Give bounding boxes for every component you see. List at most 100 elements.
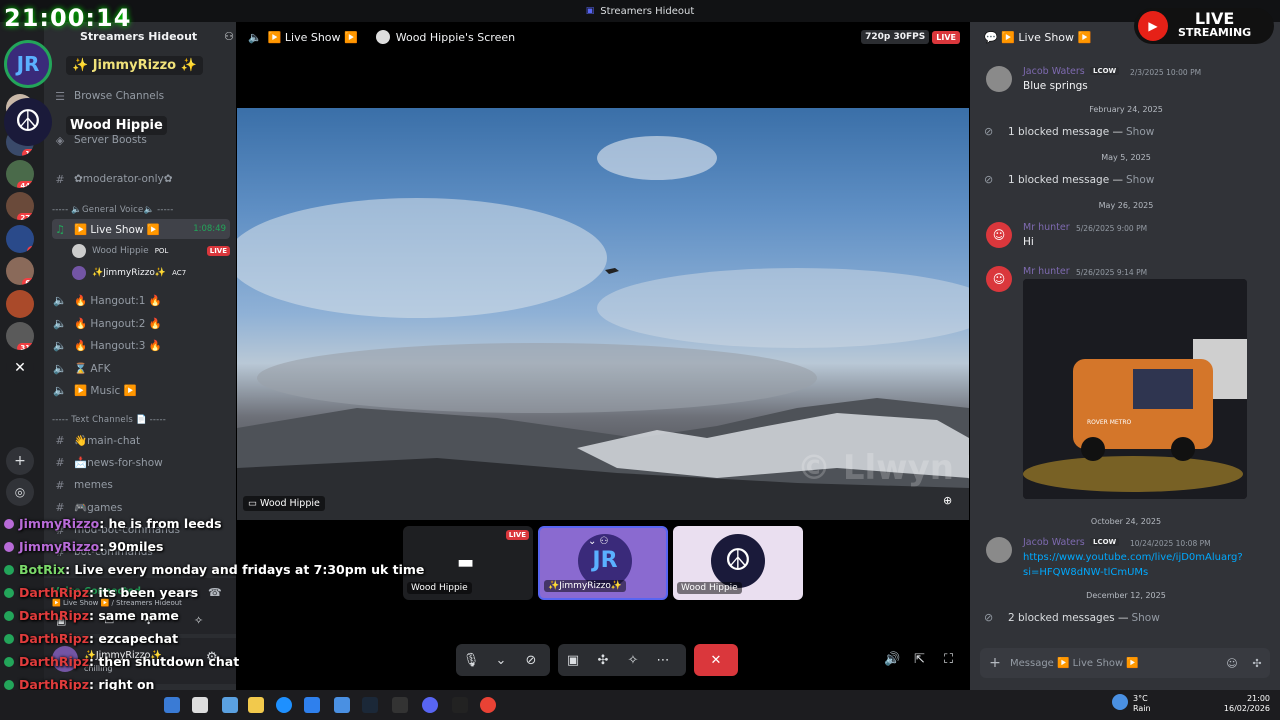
server-icon[interactable]: [6, 290, 34, 318]
soundboard-icon[interactable]: ✧: [194, 614, 203, 627]
microphone-icon[interactable]: 🎙: [456, 653, 486, 668]
channel-hangout3[interactable]: 🔈 🔥 Hangout:3 🔥: [52, 335, 230, 355]
stage-channel-name: ▶️ Live Show ▶️: [267, 30, 358, 44]
zoom-icon[interactable]: ⊕: [943, 494, 952, 507]
category-general-voice[interactable]: ----- 🔈General Voice🔈 -----: [52, 205, 173, 215]
discover-icon[interactable]: ◎: [6, 478, 34, 506]
activities-icon[interactable]: ✣: [588, 653, 618, 668]
avatar[interactable]: [986, 66, 1012, 92]
channel-memes[interactable]: # memes: [52, 475, 230, 495]
emoji-icon[interactable]: ☺: [1220, 657, 1244, 670]
screen-share-icon[interactable]: ▣: [558, 653, 588, 668]
channel-moderator[interactable]: # ✿moderator-only✿: [52, 169, 230, 189]
attached-image[interactable]: ROVER METRO: [1023, 279, 1247, 499]
overlay-chat-line: DarthRipz: then shutdown chat: [4, 654, 239, 669]
message-author[interactable]: Jacob Waters: [1023, 66, 1085, 77]
channel-news[interactable]: # 📩news-for-show: [52, 452, 230, 472]
overlay-chat-text: : Live every monday and fridays at 7:30p…: [65, 562, 425, 577]
show-link[interactable]: Show: [1126, 174, 1154, 186]
show-link[interactable]: Show: [1126, 126, 1154, 138]
channel-main-chat[interactable]: # 👋main-chat: [52, 430, 230, 450]
taskbar-app-icon[interactable]: [392, 697, 408, 713]
category-text-channels[interactable]: ----- Text Channels 📄 -----: [52, 415, 166, 425]
server-icon[interactable]: 60: [6, 257, 34, 285]
boost-icon: ◈: [55, 133, 65, 147]
message-input[interactable]: Message ▶️ Live Show ▶️: [1010, 658, 1220, 669]
soundboard-icon[interactable]: ✧: [618, 653, 648, 668]
avatar[interactable]: [986, 537, 1012, 563]
avatar: JR: [4, 40, 52, 88]
message-author[interactable]: Mr hunter: [1023, 266, 1070, 277]
channel-hangout2[interactable]: 🔈 🔥 Hangout:2 🔥: [52, 313, 230, 333]
discord-icon[interactable]: [422, 697, 438, 713]
invite-icon[interactable]: ⚇: [224, 30, 234, 43]
volume-icon[interactable]: 🔊: [884, 652, 900, 667]
popout-icon[interactable]: ⇱: [914, 652, 925, 667]
role-tag: LCOW: [1090, 67, 1120, 75]
share-controls: ▣ ✣ ✧ ⋯: [558, 644, 686, 676]
taskbar-app-icon[interactable]: [192, 697, 208, 713]
obs-icon[interactable]: [452, 697, 468, 713]
channel-music[interactable]: 🔈 ▶️ Music ▶️: [52, 380, 230, 400]
message-link[interactable]: https://www.youtube.com/live/ijD0mAluarg…: [1023, 550, 1243, 580]
browse-channels[interactable]: ☰ Browse Channels: [52, 86, 230, 106]
apps-icon[interactable]: ✣: [1244, 657, 1270, 670]
fullscreen-icon[interactable]: ⛶: [944, 652, 953, 667]
chevron-down-icon[interactable]: ⌄ ⚇: [588, 536, 609, 547]
avatar: [72, 244, 86, 258]
video-off-icon[interactable]: ⊘: [516, 653, 546, 668]
channel-afk[interactable]: 🔈 ⌛ AFK: [52, 358, 230, 378]
taskbar-app-icon[interactable]: [164, 697, 180, 713]
message-author[interactable]: Jacob Waters: [1023, 537, 1085, 548]
channel-live-show[interactable]: ♫ ▶️ Live Show ▶️ 1:08:49: [52, 219, 230, 239]
peace-avatar-icon: ☮: [711, 534, 765, 588]
blocked-icon: ⊘: [984, 173, 994, 186]
disconnect-icon[interactable]: ☎: [208, 586, 222, 599]
tile-label: ✨JimmyRizzo✨: [544, 580, 627, 592]
folder-icon[interactable]: [248, 697, 264, 713]
show-link[interactable]: Show: [1131, 612, 1159, 624]
server-icon[interactable]: 9: [6, 225, 34, 253]
app-logo-icon[interactable]: ✕: [6, 354, 34, 382]
add-attachment-icon[interactable]: +: [980, 655, 1010, 671]
overlay-chat-line: BotRix: Live every monday and fridays at…: [4, 562, 424, 577]
overlay-chat-line: DarthRipz: its been years: [4, 585, 198, 600]
more-icon[interactable]: ⋯: [648, 653, 678, 668]
overlay-chat-user: DarthRipz: [19, 631, 89, 646]
edge-icon[interactable]: [276, 697, 292, 713]
chat-header: 💬 ▶️ Live Show ▶️: [984, 31, 1092, 44]
participant-tile[interactable]: ☮ Wood Hippie: [673, 526, 803, 600]
date-separator: October 24, 2025: [1090, 517, 1162, 526]
mail-icon[interactable]: [334, 697, 350, 713]
voice-member[interactable]: Wood Hippie POL LIVE: [72, 241, 230, 261]
server-icon[interactable]: 275: [6, 192, 34, 220]
message-author[interactable]: Mr hunter: [1023, 222, 1070, 233]
discord-avatar-icon[interactable]: ☺: [986, 266, 1012, 292]
car-photo: [1023, 279, 1247, 499]
server-icon[interactable]: 444: [6, 160, 34, 188]
stream-video[interactable]: © Llwyn 202 ▭ Wood Hippie ⊕: [237, 108, 969, 520]
member-tag: POL: [154, 247, 169, 255]
channel-hangout1[interactable]: 🔈 🔥 Hangout:1 🔥: [52, 290, 230, 310]
taskbar-app-icon[interactable]: [222, 697, 238, 713]
voice-member[interactable]: ✨JimmyRizzo✨ AC7: [72, 263, 230, 283]
screen-title: Wood Hippie's Screen: [395, 30, 516, 44]
chevron-down-icon[interactable]: ⌄: [486, 653, 516, 668]
add-server-icon[interactable]: +: [6, 447, 34, 475]
server-icon[interactable]: 317: [6, 322, 34, 350]
overlay-chat-user: DarthRipz: [19, 585, 89, 600]
participant-tile[interactable]: JR ⌄ ⚇ ✨JimmyRizzo✨: [538, 526, 668, 600]
message-time: 10/24/2025 10:08 PM: [1130, 539, 1211, 548]
member-tag: AC7: [172, 269, 187, 277]
system-clock[interactable]: 21:00 16/02/2026: [1200, 694, 1270, 714]
steam-icon[interactable]: [362, 697, 378, 713]
chrome-icon[interactable]: [480, 697, 496, 713]
store-icon[interactable]: [304, 697, 320, 713]
weather-icon[interactable]: [1112, 694, 1128, 710]
leave-call-button[interactable]: ✕: [694, 644, 738, 676]
discord-avatar-icon[interactable]: ☺: [986, 222, 1012, 248]
weather-widget[interactable]: 3°C Rain: [1133, 694, 1151, 714]
plate-text: ROVER METRO: [1087, 419, 1132, 426]
overlay-chat-line: JimmyRizzo: 90miles: [4, 539, 163, 554]
channel-games[interactable]: # 🎮games: [52, 497, 230, 517]
